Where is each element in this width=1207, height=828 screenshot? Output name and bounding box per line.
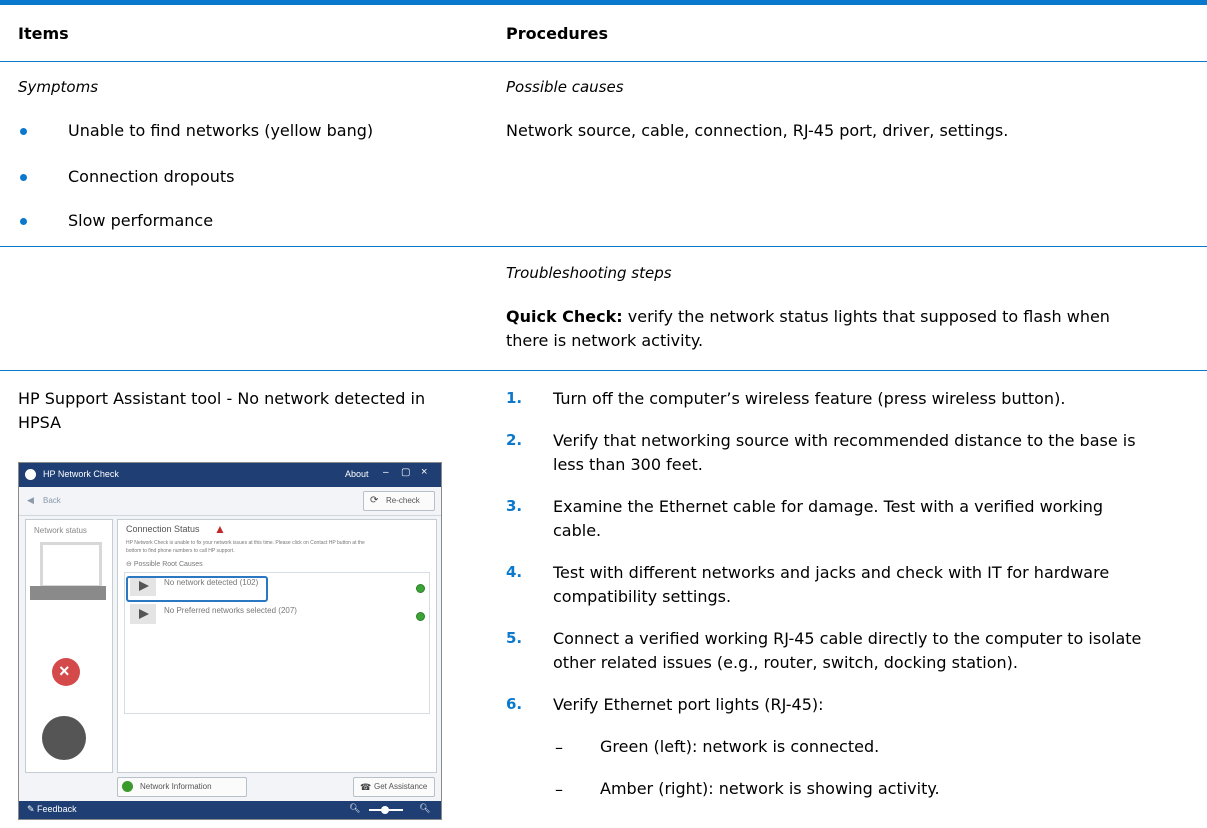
- step-text: Examine the Ethernet cable for damage. T…: [553, 497, 1104, 516]
- possible-causes-text: Network source, cable, connection, RJ-45…: [506, 121, 1009, 140]
- network-information-label: Network Information: [140, 782, 212, 791]
- recheck-label: Re-check: [386, 496, 420, 505]
- symptom-item: Unable to find networks (yellow bang): [68, 121, 374, 140]
- step-number: 3.: [506, 497, 523, 515]
- close-icon[interactable]: ×: [421, 466, 427, 478]
- monitor-icon: [40, 542, 102, 588]
- back-arrow-icon[interactable]: ◀: [27, 495, 34, 506]
- step-text: Verify Ethernet port lights (RJ-45):: [553, 695, 824, 714]
- refresh-icon: ⟳: [370, 495, 379, 506]
- step-text: Test with different networks and jacks a…: [553, 563, 1110, 582]
- step-text: Verify that networking source with recom…: [553, 431, 1136, 450]
- quick-check-label: Quick Check:: [506, 307, 623, 326]
- step-text: cable.: [553, 521, 602, 540]
- window-status-bar: ✎ Feedback 🔍︎ 🔍︎: [19, 801, 441, 819]
- step-text: Connect a verified working RJ-45 cable d…: [553, 629, 1142, 648]
- play-icon: [139, 609, 149, 619]
- step-number: 6.: [506, 695, 523, 713]
- troubleshooting-steps-label: Troubleshooting steps: [506, 264, 672, 282]
- hpsa-tool-title-line-1: HP Support Assistant tool - No network d…: [18, 389, 426, 408]
- zoom-in-icon[interactable]: 🔍︎: [419, 803, 430, 814]
- step-number: 1.: [506, 389, 523, 407]
- column-header-procedures: Procedures: [506, 24, 609, 43]
- hp-logo-icon: [25, 469, 36, 480]
- network-status-label: Network status: [34, 526, 87, 535]
- get-assistance-label: Get Assistance: [374, 782, 428, 791]
- step-number: 4.: [506, 563, 523, 581]
- sub-item-text: Green (left): network is connected.: [600, 737, 880, 756]
- step-text: other related issues (e.g., router, swit…: [553, 653, 1018, 672]
- bullet-icon: [20, 218, 27, 225]
- table-top-border: [0, 0, 1207, 5]
- feedback-link[interactable]: ✎ Feedback: [27, 804, 77, 815]
- window-titlebar: HP Network Check About – ▢ ×: [19, 463, 441, 487]
- hp-network-check-screenshot: HP Network Check About – ▢ × ◀ Back ⟳ Re…: [18, 462, 442, 820]
- bullet-icon: [20, 174, 27, 181]
- bullet-icon: [20, 128, 27, 135]
- step-number: 5.: [506, 629, 523, 647]
- info-icon: [122, 781, 133, 792]
- symptom-item: Slow performance: [68, 211, 214, 230]
- error-x-icon: ×: [52, 658, 80, 686]
- check-ok-icon: [416, 612, 425, 621]
- quick-check-line-2: there is network activity.: [506, 331, 704, 350]
- status-description-line-1: HP Network Check is unable to fix your n…: [126, 540, 365, 546]
- row-divider: [0, 246, 1207, 247]
- expand-button[interactable]: [130, 604, 156, 624]
- window-toolbar: ◀ Back ⟳ Re-check: [19, 487, 441, 516]
- step-text: less than 300 feet.: [553, 455, 703, 474]
- feedback-label: Feedback: [37, 804, 77, 814]
- network-information-button[interactable]: Network Information: [117, 777, 247, 797]
- window-title: HP Network Check: [43, 469, 119, 479]
- status-description-line-2: bottom to find phone numbers to call HP …: [126, 548, 235, 554]
- hpsa-tool-title-line-2: HPSA: [18, 413, 62, 432]
- header-divider: [0, 61, 1207, 62]
- recheck-button[interactable]: ⟳ Re-check: [363, 491, 435, 511]
- dash-bullet: –: [555, 738, 563, 757]
- symptoms-label: Symptoms: [18, 78, 99, 96]
- step-text: Turn off the computer’s wireless feature…: [553, 389, 1066, 408]
- connection-status-pane: Connection Status ▲ HP Network Check is …: [117, 519, 437, 773]
- step-number: 2.: [506, 431, 523, 449]
- possible-root-causes-toggle[interactable]: ⊖ Possible Root Causes: [126, 560, 203, 568]
- root-cause-row[interactable]: No Preferred networks selected (207): [124, 604, 426, 624]
- zoom-out-icon[interactable]: 🔍︎: [349, 803, 360, 814]
- row-divider: [0, 370, 1207, 371]
- get-assistance-button[interactable]: ☎ Get Assistance: [353, 777, 435, 797]
- quick-check-line-1: Quick Check: verify the network status l…: [506, 304, 1110, 330]
- restore-icon[interactable]: ▢: [401, 467, 410, 478]
- monitor-stand-icon: [30, 586, 106, 600]
- warning-icon: ▲: [214, 522, 226, 536]
- symptom-item: Connection dropouts: [68, 167, 235, 186]
- possible-root-causes-label: Possible Root Causes: [133, 561, 203, 568]
- step-text: compatibility settings.: [553, 587, 732, 606]
- network-status-pane: Network status ×: [25, 519, 113, 773]
- about-link[interactable]: About: [345, 469, 369, 479]
- zoom-slider-thumb[interactable]: [381, 806, 389, 814]
- quick-check-text: verify the network status lights that su…: [622, 307, 1110, 326]
- connection-status-title: Connection Status: [126, 524, 200, 534]
- globe-icon: [42, 716, 86, 760]
- highlight-box: [126, 576, 268, 602]
- minimize-icon[interactable]: –: [383, 467, 389, 478]
- back-button-label[interactable]: Back: [43, 496, 61, 505]
- check-ok-icon: [416, 584, 425, 593]
- phone-icon: ☎: [360, 782, 372, 792]
- possible-causes-label: Possible causes: [506, 78, 624, 96]
- dash-bullet: –: [555, 780, 563, 799]
- sub-item-text: Amber (right): network is showing activi…: [600, 779, 940, 798]
- column-header-items: Items: [18, 24, 69, 43]
- root-cause-label: No Preferred networks selected (207): [164, 606, 297, 615]
